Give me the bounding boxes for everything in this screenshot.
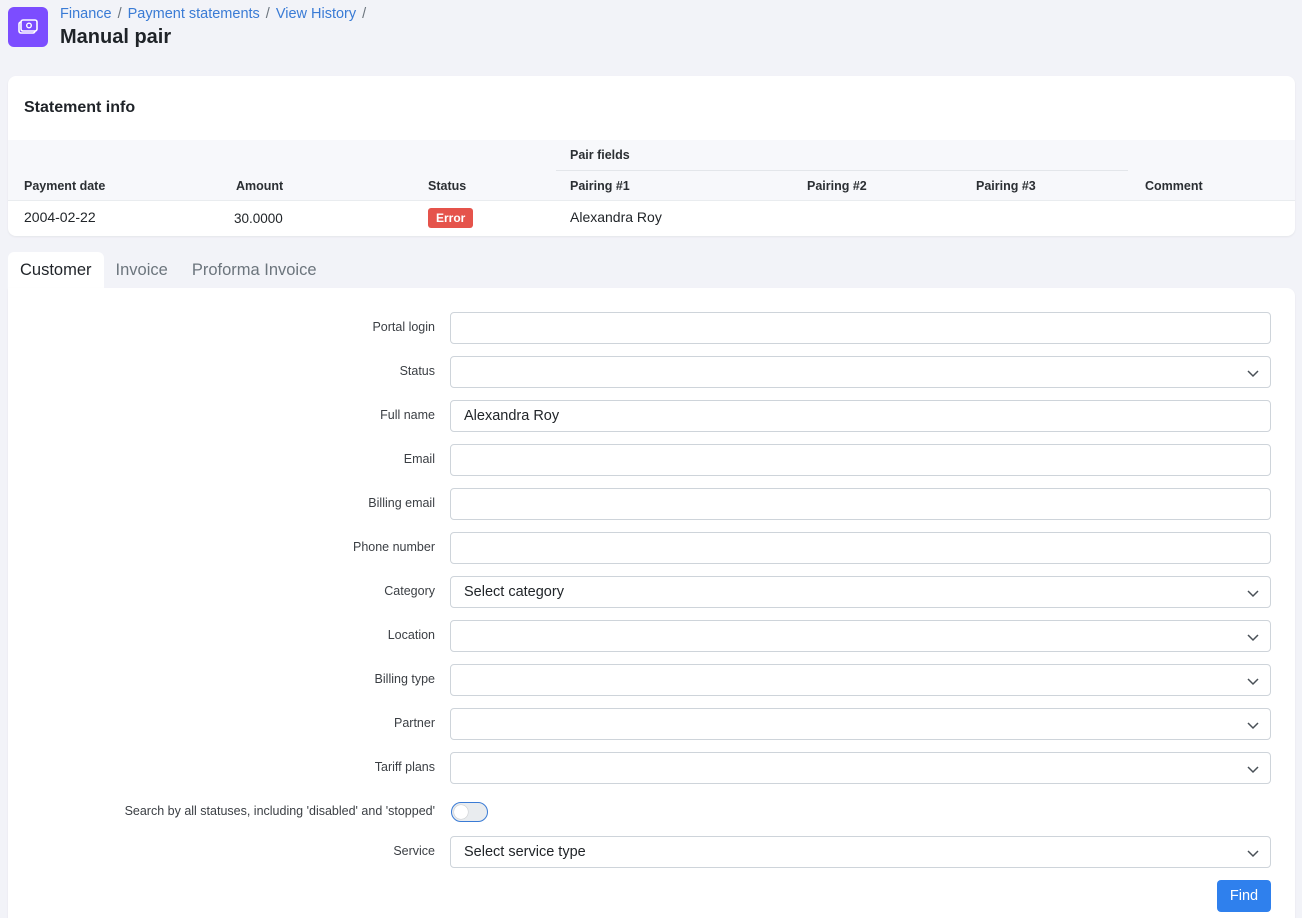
portal-login-input[interactable] xyxy=(450,312,1271,344)
billing-type-select[interactable] xyxy=(450,664,1271,696)
find-button[interactable]: Find xyxy=(1217,880,1271,912)
location-select[interactable] xyxy=(450,620,1271,652)
category-label: Category xyxy=(384,584,435,598)
col-status: Status xyxy=(428,179,467,193)
service-select-value: Select service type xyxy=(464,844,586,860)
chevron-down-icon xyxy=(1247,634,1259,642)
toggle-knob xyxy=(454,805,468,819)
col-pairing-1: Pairing #1 xyxy=(570,179,630,193)
partner-label: Partner xyxy=(394,716,435,730)
cell-payment-date: 2004-02-22 xyxy=(24,209,96,225)
full-name-input[interactable]: Alexandra Roy xyxy=(450,400,1271,432)
phone-number-input[interactable] xyxy=(450,532,1271,564)
form-row-location: Location xyxy=(8,620,1295,652)
portal-login-label: Portal login xyxy=(372,320,435,334)
col-pairing-3: Pairing #3 xyxy=(976,179,1036,193)
breadcrumb-finance[interactable]: Finance xyxy=(60,6,112,22)
tab-invoice[interactable]: Invoice xyxy=(104,252,180,288)
search-all-statuses-label: Search by all statuses, including 'disab… xyxy=(124,804,435,818)
location-label: Location xyxy=(387,628,435,642)
form-row-portal-login: Portal login xyxy=(8,312,1295,344)
col-amount: Amount xyxy=(236,179,284,193)
tariff-plans-label: Tariff plans xyxy=(374,760,435,774)
pair-fields-divider xyxy=(556,170,1128,171)
service-label: Service xyxy=(393,844,435,858)
email-label: Email xyxy=(403,452,435,466)
breadcrumb-separator: / xyxy=(265,6,270,22)
form-row-service: Service Select service type xyxy=(8,836,1295,868)
billing-type-label: Billing type xyxy=(374,672,435,686)
chevron-down-icon xyxy=(1247,370,1259,378)
form-row-billing-type: Billing type xyxy=(8,664,1295,696)
customer-search-form: Portal login Status Full name Alexandra … xyxy=(8,288,1295,918)
cell-pairing-1: Alexandra Roy xyxy=(570,209,662,225)
breadcrumb-separator: / xyxy=(362,6,367,22)
cell-amount: 30.0000 xyxy=(234,211,283,226)
status-label: Status xyxy=(399,364,435,378)
billing-email-input[interactable] xyxy=(450,488,1271,520)
breadcrumb-view-history[interactable]: View History xyxy=(276,6,356,22)
category-select-value: Select category xyxy=(464,584,564,600)
form-row-billing-email: Billing email xyxy=(8,488,1295,520)
status-select[interactable] xyxy=(450,356,1271,388)
page-title: Manual pair xyxy=(60,26,172,48)
money-icon xyxy=(8,7,48,47)
billing-email-label: Billing email xyxy=(368,496,435,510)
breadcrumb: Finance / Payment statements / View Hist… xyxy=(60,6,372,22)
form-row-category: Category Select category xyxy=(8,576,1295,608)
statement-info-title: Statement info xyxy=(24,99,136,116)
status-badge: Error xyxy=(428,208,474,228)
category-select[interactable]: Select category xyxy=(450,576,1271,608)
col-pairing-2: Pairing #2 xyxy=(807,179,867,193)
breadcrumb-separator: / xyxy=(117,6,122,22)
partner-select[interactable] xyxy=(450,708,1271,740)
pair-fields-header: Pair fields xyxy=(570,148,630,162)
phone-number-label: Phone number xyxy=(352,540,435,554)
breadcrumb-payment-statements[interactable]: Payment statements xyxy=(128,6,260,22)
service-select[interactable]: Select service type xyxy=(450,836,1271,868)
tariff-plans-select[interactable] xyxy=(450,752,1271,784)
chevron-down-icon xyxy=(1247,590,1259,598)
form-row-partner: Partner xyxy=(8,708,1295,740)
form-row-status: Status xyxy=(8,356,1295,388)
chevron-down-icon xyxy=(1247,766,1259,774)
search-all-statuses-toggle[interactable] xyxy=(451,802,488,822)
statement-info-card: Statement info Pair fields Payment date … xyxy=(8,76,1295,236)
statement-table-header: Pair fields Payment date Amount Status P… xyxy=(8,140,1295,201)
tab-proforma-invoice[interactable]: Proforma Invoice xyxy=(180,252,329,288)
chevron-down-icon xyxy=(1247,722,1259,730)
col-payment-date: Payment date xyxy=(24,179,106,193)
tab-bar: Customer Invoice Proforma Invoice xyxy=(8,252,329,288)
form-row-phone-number: Phone number xyxy=(8,532,1295,564)
chevron-down-icon xyxy=(1247,678,1259,686)
form-row-email: Email xyxy=(8,444,1295,476)
email-input[interactable] xyxy=(450,444,1271,476)
chevron-down-icon xyxy=(1247,850,1259,858)
form-row-tariff-plans: Tariff plans xyxy=(8,752,1295,784)
form-row-search-all-statuses: Search by all statuses, including 'disab… xyxy=(8,800,1295,824)
col-comment: Comment xyxy=(1145,179,1203,193)
form-row-full-name: Full name Alexandra Roy xyxy=(8,400,1295,432)
page-header: Finance / Payment statements / View Hist… xyxy=(0,0,1302,70)
full-name-label: Full name xyxy=(380,408,435,422)
tab-customer[interactable]: Customer xyxy=(8,252,104,288)
